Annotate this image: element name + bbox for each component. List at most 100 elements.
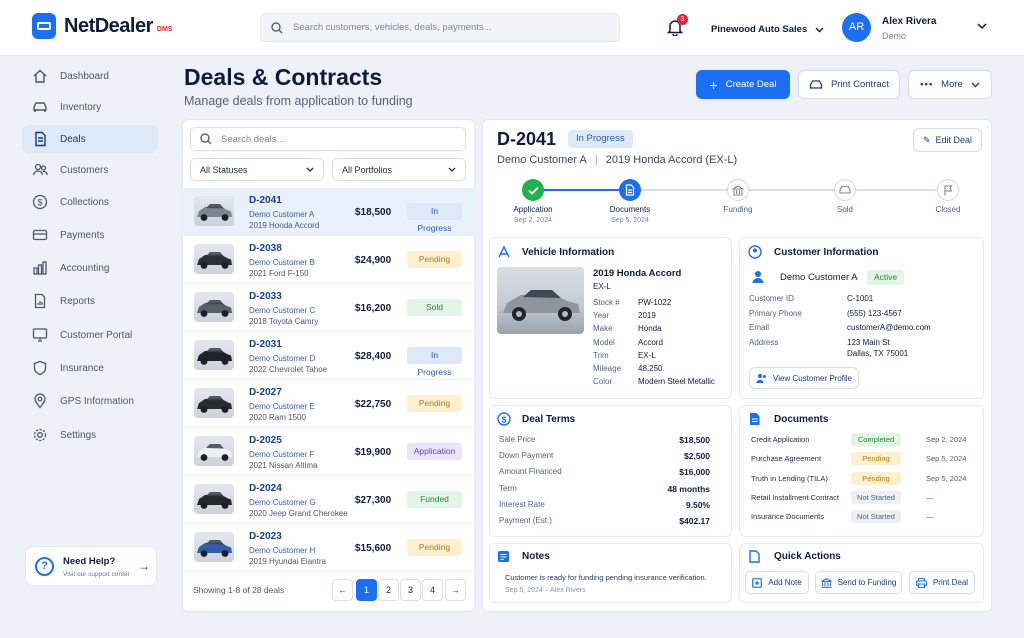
step-sold[interactable] <box>834 179 856 201</box>
portfolio-filter-select[interactable]: All Portfolios <box>332 158 466 181</box>
page-button-1[interactable]: 1 <box>356 579 377 601</box>
sidebar-item-accounting[interactable]: Accounting <box>22 254 158 282</box>
prev-page-button[interactable]: ← <box>332 579 353 601</box>
vehicle-field-value: Honda <box>638 324 662 334</box>
step-label: Documents <box>609 205 651 214</box>
vehicle-name: 2019 Honda Accord <box>593 268 682 279</box>
add-note-button[interactable]: Add Note <box>745 571 809 594</box>
sidebar-item-deals[interactable]: Deals <box>22 125 158 153</box>
search-icon <box>271 21 283 33</box>
question-icon: ? <box>35 557 54 576</box>
page-button-2[interactable]: 2 <box>378 579 399 601</box>
user-role: Demo <box>882 31 907 41</box>
sidebar-item-inventory[interactable]: Inventory <box>22 93 158 121</box>
deal-term-label: Sale Price <box>499 435 536 444</box>
step-closed[interactable] <box>937 179 959 201</box>
document-icon <box>750 413 760 425</box>
sidebar-item-insurance[interactable]: Insurance <box>22 354 158 382</box>
card-icon <box>32 229 48 241</box>
global-search-input[interactable]: Search customers, vehicles, deals, payme… <box>260 13 620 42</box>
sidebar-item-payments[interactable]: Payments <box>22 221 158 249</box>
document-name[interactable]: Truth in Lending (TILA) <box>751 474 828 483</box>
print-contract-button[interactable]: Print Contract <box>798 70 900 99</box>
portfolio-filter-value: All Portfolios <box>342 164 393 175</box>
customer-field-label: Customer ID <box>749 294 794 303</box>
sidebar-item-gps-information[interactable]: GPS Information <box>22 387 158 415</box>
document-name[interactable]: Insurance Documents <box>751 512 824 521</box>
deal-term-label: Interest Rate <box>499 499 545 509</box>
print-contract-label: Print Contract <box>830 79 890 90</box>
dealer-selector[interactable]: Pinewood Auto Sales <box>711 24 824 35</box>
notes-icon <box>498 551 509 562</box>
document-name[interactable]: Retail Installment Contract <box>751 493 839 502</box>
step-application[interactable] <box>522 179 544 201</box>
deal-status-badge: In Progress <box>407 203 462 233</box>
sidebar-item-label: GPS Information <box>60 395 134 407</box>
car-icon <box>839 185 851 194</box>
edit-deal-button[interactable]: ✎ Edit Deal <box>913 128 982 152</box>
deal-term-value: $18,500 <box>679 435 710 445</box>
document-name[interactable]: Credit Application <box>751 435 809 444</box>
deal-row[interactable]: D-2033 Demo Customer C 2018 Toyota Camry $1… <box>182 284 475 332</box>
step-label: Closed <box>935 205 961 214</box>
deal-row[interactable]: D-2025 Demo Customer F 2021 Nissan Altima $… <box>182 428 475 476</box>
avatar[interactable]: AR <box>842 13 871 42</box>
step-label: Funding <box>723 205 753 214</box>
deals-search-input[interactable]: Search deals... <box>190 127 466 151</box>
status-filter-select[interactable]: All Statuses <box>190 158 324 181</box>
sidebar-item-reports[interactable]: Reports <box>22 287 158 315</box>
deal-row[interactable]: D-2041 Demo Customer A 2019 Honda Accord $1… <box>182 188 475 236</box>
document-name[interactable]: Purchase Agreement <box>751 454 821 463</box>
sidebar-item-collections[interactable]: $ Collections <box>22 188 158 216</box>
step-funding[interactable] <box>727 179 749 201</box>
document-date: Sep 2, 2024 <box>926 435 967 444</box>
sidebar-item-label: Customer Portal <box>60 329 133 341</box>
view-customer-profile-button[interactable]: View Customer Profile <box>749 367 859 389</box>
sidebar-item-label: Collections <box>60 196 109 208</box>
page-button-4[interactable]: 4 <box>422 579 443 601</box>
user-name: Alex Rivera <box>882 16 937 27</box>
step-documents[interactable] <box>619 179 641 201</box>
vehicle-field-label: Trim <box>593 350 609 360</box>
deal-status-badge: Funded <box>407 491 462 508</box>
sidebar-item-dashboard[interactable]: Dashboard <box>22 62 158 90</box>
deal-row[interactable]: D-2027 Demo Customer E 2020 Ram 1500 $22,75… <box>182 380 475 428</box>
car-image-icon <box>197 204 232 221</box>
deal-row[interactable]: D-2023 Demo Customer H 2019 Hyundai Elantr… <box>182 524 475 572</box>
sidebar-item-customers[interactable]: Customers <box>22 156 158 184</box>
more-menu-button[interactable]: ••• More <box>908 70 992 99</box>
deal-term-label: Amount Financed <box>499 467 562 477</box>
view-customer-profile-label: View Customer Profile <box>773 373 852 383</box>
vehicle-thumbnail <box>194 196 234 226</box>
deal-row[interactable]: D-2031 Demo Customer D 2022 Chevrolet Taho… <box>182 332 475 380</box>
help-title: Need Help? <box>63 556 116 567</box>
deal-vehicle: 2020 Jeep Grand Cherokee <box>249 509 348 518</box>
send-to-funding-button[interactable]: Send to Funding <box>815 571 902 594</box>
next-page-button[interactable]: → <box>445 579 466 601</box>
deal-vehicle: 2021 Nissan Altima <box>249 461 318 470</box>
car-image-icon <box>197 492 232 509</box>
vehicle-thumbnail <box>194 436 234 466</box>
deal-subtitle: Demo Customer A | 2019 Honda Accord (EX-L) <box>497 154 738 166</box>
deal-id: D-2024 <box>249 483 282 494</box>
vehicle-thumbnail <box>194 292 234 322</box>
create-deal-button[interactable]: + Create Deal <box>696 70 790 99</box>
sidebar-item-settings[interactable]: Settings <box>22 421 158 449</box>
sidebar-item-customer-portal[interactable]: Customer Portal <box>22 321 158 349</box>
page-button-3[interactable]: 3 <box>400 579 421 601</box>
app-logo[interactable]: NetDealer DMS <box>32 13 172 39</box>
deal-row[interactable]: D-2038 Demo Customer B 2021 Ford F-150 $24,… <box>182 236 475 284</box>
vehicle-trim-line: EX-L <box>593 282 611 291</box>
chevron-down-icon[interactable] <box>977 23 987 30</box>
car-image-icon <box>197 300 232 317</box>
deal-customer: Demo Customer A <box>249 210 315 219</box>
print-deal-button[interactable]: Print Deal <box>909 571 975 594</box>
app-name: NetDealer <box>64 14 153 37</box>
deal-status-badge: Application <box>407 443 462 460</box>
deal-vehicle: 2021 Ford F-150 <box>249 269 309 278</box>
deal-row[interactable]: D-2024 Demo Customer G 2020 Jeep Grand Che… <box>182 476 475 524</box>
sidebar-item-label: Settings <box>60 429 97 441</box>
deal-terms-title: Deal Terms <box>522 414 576 425</box>
help-card[interactable]: ? Need Help? Visit our support center → <box>25 546 157 586</box>
car-image-icon <box>197 348 232 365</box>
